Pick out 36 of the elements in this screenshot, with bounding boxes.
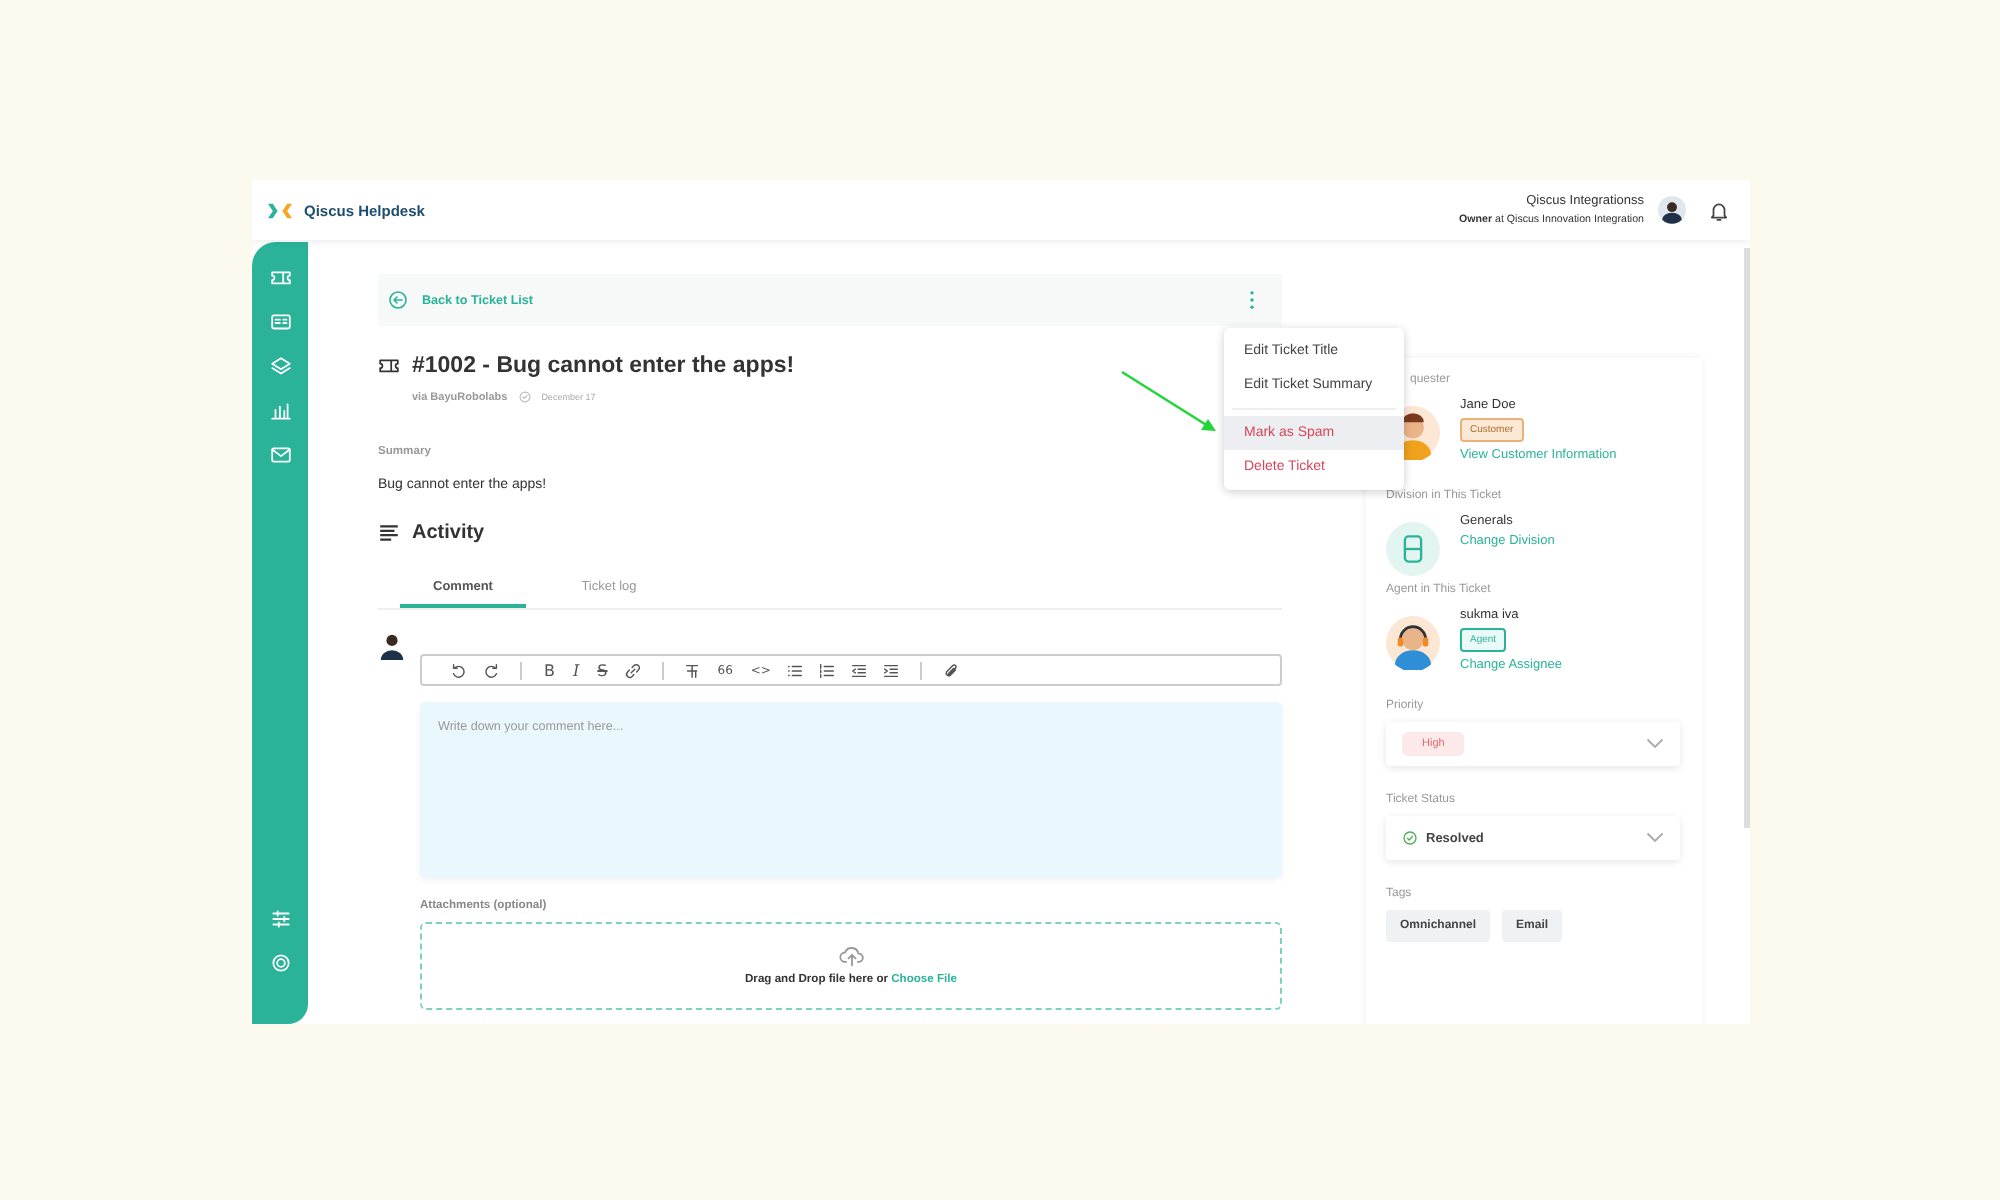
sliders-icon[interactable] [269,908,291,930]
numbered-list-icon[interactable] [818,661,837,679]
outdent-icon[interactable] [850,661,869,679]
logo-icon [268,201,292,219]
clock-icon [517,390,532,404]
mail-icon[interactable] [269,444,291,466]
bullet-list-icon[interactable] [786,661,805,679]
user-avatar[interactable] [1658,196,1686,224]
person-avatar [1386,522,1440,576]
upload-cloud-icon [837,944,865,968]
check-circle-icon [1402,830,1418,846]
format-button[interactable]: S [593,661,612,679]
back-arrow-icon [388,290,408,310]
text-lines-icon [378,522,400,544]
target-icon[interactable] [269,952,291,974]
layers-icon[interactable] [269,356,291,378]
format-button[interactable]: B [540,661,559,679]
ticket-icon [378,355,400,377]
heading-icon[interactable] [683,661,702,679]
pointer-arrow [1120,370,1220,434]
bar-chart-icon[interactable] [269,400,291,422]
user-avatar [378,632,406,660]
redo-icon[interactable] [482,661,500,679]
id-card-icon[interactable] [269,312,291,334]
paperclip-icon[interactable] [942,661,961,679]
notification-bell-icon[interactable] [1708,199,1730,221]
person-avatar [1386,616,1440,670]
ticket-title: #1002 - Bug cannot enter the apps! [412,354,795,378]
indent-icon[interactable] [882,661,901,679]
activity-heading: Activity [412,522,485,544]
format-button[interactable]: I [569,661,584,679]
undo-icon[interactable] [450,661,468,679]
chevron-down-icon [1646,832,1664,844]
chevron-down-icon [1646,738,1664,750]
link-icon[interactable] [623,661,642,679]
ticket-icon[interactable] [269,268,291,290]
